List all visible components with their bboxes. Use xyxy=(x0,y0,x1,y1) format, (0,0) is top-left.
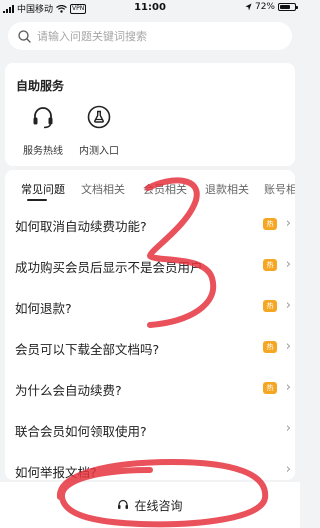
faq-question: 为什么会自动续费? xyxy=(15,383,122,398)
status-bar: 中国移动 VPN 11:00 72% xyxy=(0,0,300,16)
tab-refund[interactable]: 退款相关 xyxy=(205,181,249,197)
chevron-right-icon: › xyxy=(285,257,291,272)
faq-question: 如何取消自动续费功能? xyxy=(15,219,147,234)
battery-icon xyxy=(278,3,298,11)
faq-item[interactable]: 为什么会自动续费? 热 › xyxy=(5,368,295,409)
faq-item[interactable]: 如何举报文档? › xyxy=(5,450,295,480)
chevron-right-icon: › xyxy=(285,462,291,477)
battery-percent: 72% xyxy=(254,2,275,12)
self-service-card: 自助服务 服务热线 内测入口 xyxy=(5,63,295,166)
tab-document[interactable]: 文档相关 xyxy=(81,181,125,197)
faq-question: 联合会员如何领取使用? xyxy=(15,424,147,439)
service-hotline-label: 服务热线 xyxy=(23,146,63,157)
faq-item[interactable]: 如何退款? 热 › xyxy=(5,286,295,327)
hot-badge: 热 xyxy=(263,218,277,230)
online-consult-label: 在线咨询 xyxy=(134,498,183,513)
beta-entry-label: 内测入口 xyxy=(79,146,119,157)
faq-item[interactable]: 联合会员如何领取使用? › xyxy=(5,409,295,450)
battery-level xyxy=(280,5,291,9)
headset-icon xyxy=(33,107,53,129)
chevron-right-icon: › xyxy=(285,380,291,395)
faq-question: 如何举报文档? xyxy=(15,465,97,480)
hot-badge: 热 xyxy=(263,300,277,312)
bottom-bar: 在线咨询 xyxy=(0,482,300,528)
chevron-right-icon: › xyxy=(285,421,291,436)
search-bar[interactable] xyxy=(8,22,292,50)
search-icon xyxy=(18,29,31,43)
chevron-right-icon: › xyxy=(285,339,291,354)
online-consult-button[interactable]: 在线咨询 xyxy=(0,492,300,518)
headset-icon xyxy=(118,499,129,509)
tab-common-questions[interactable]: 常见问题 xyxy=(21,181,65,197)
beta-entry-button[interactable]: 内测入口 xyxy=(69,105,129,157)
search-input[interactable] xyxy=(37,29,277,43)
status-right: 72% xyxy=(245,2,298,12)
hot-badge: 热 xyxy=(263,382,277,394)
faq-question: 如何退款? xyxy=(15,301,72,316)
tab-membership[interactable]: 会员相关 xyxy=(143,181,187,197)
tab-account[interactable]: 账号相关 xyxy=(264,181,295,197)
faq-item[interactable]: 会员可以下载全部文档吗? 热 › xyxy=(5,327,295,368)
hot-badge: 热 xyxy=(263,259,277,271)
faq-tabs: 常见问题 文档相关 会员相关 退款相关 账号相关 xyxy=(5,170,295,204)
faq-question: 会员可以下载全部文档吗? xyxy=(15,342,160,357)
chevron-right-icon: › xyxy=(285,298,291,313)
hot-badge: 热 xyxy=(263,341,277,353)
faq-item[interactable]: 成功购买会员后显示不是会员用户 热 › xyxy=(5,245,295,286)
faq-card: 常见问题 文档相关 会员相关 退款相关 账号相关 如何取消自动续费功能? 热 ›… xyxy=(5,170,295,480)
active-tab-indicator xyxy=(27,199,47,201)
faq-item[interactable]: 如何取消自动续费功能? 热 › xyxy=(5,204,295,245)
flask-icon xyxy=(87,105,111,129)
service-hotline-button[interactable]: 服务热线 xyxy=(13,105,73,157)
location-icon xyxy=(245,3,252,11)
chevron-right-icon: › xyxy=(285,216,291,231)
self-service-title: 自助服务 xyxy=(16,79,65,93)
faq-question: 成功购买会员后显示不是会员用户 xyxy=(15,260,203,275)
